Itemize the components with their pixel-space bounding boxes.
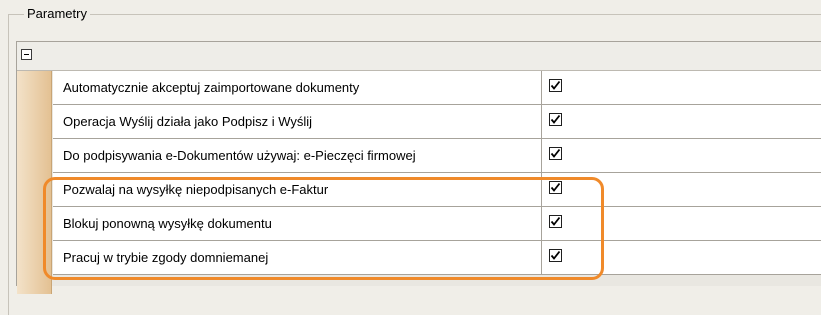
- property-rows: Automatycznie akceptuj zaimportowane dok…: [53, 71, 821, 275]
- checkbox-block-resend[interactable]: [549, 215, 562, 228]
- property-row[interactable]: Operacja Wyślij działa jako Podpisz i Wy…: [53, 105, 821, 139]
- collapse-icon[interactable]: [21, 49, 32, 60]
- property-row[interactable]: Do podpisywania e-Dokumentów używaj: e-P…: [53, 139, 821, 173]
- property-value[interactable]: [542, 207, 821, 240]
- property-row[interactable]: Pozwalaj na wysyłkę niepodpisanych e-Fak…: [53, 173, 821, 207]
- checkmark-icon: [550, 182, 561, 192]
- checkbox-implied-consent[interactable]: [549, 249, 562, 262]
- checkmark-icon: [550, 114, 561, 124]
- property-label: Blokuj ponowną wysyłkę dokumentu: [63, 216, 272, 231]
- property-row[interactable]: Blokuj ponowną wysyłkę dokumentu: [53, 207, 821, 241]
- settings-panel: Parametry Automatycznie akceptuj zaimpor…: [0, 0, 821, 315]
- grid-margin-column: [17, 71, 52, 294]
- group-title: Parametry: [24, 6, 90, 22]
- property-value[interactable]: [542, 173, 821, 206]
- property-row[interactable]: Automatycznie akceptuj zaimportowane dok…: [53, 71, 821, 105]
- property-row[interactable]: Pracuj w trybie zgody domniemanej: [53, 241, 821, 275]
- property-label: Operacja Wyślij działa jako Podpisz i Wy…: [63, 114, 313, 129]
- property-label: Do podpisywania e-Dokumentów używaj: e-P…: [63, 148, 416, 163]
- property-value[interactable]: [542, 71, 821, 104]
- property-label: Pracuj w trybie zgody domniemanej: [63, 250, 269, 265]
- checkbox-allow-unsigned[interactable]: [549, 181, 562, 194]
- property-value[interactable]: [542, 241, 821, 274]
- checkmark-icon: [550, 80, 561, 90]
- checkbox-company-seal[interactable]: [549, 147, 562, 160]
- property-grid: Automatycznie akceptuj zaimportowane dok…: [16, 41, 821, 294]
- checkbox-send-as-sign[interactable]: [549, 113, 562, 126]
- checkbox-auto-accept[interactable]: [549, 79, 562, 92]
- checkmark-icon: [550, 216, 561, 226]
- property-label: Automatycznie akceptuj zaimportowane dok…: [63, 80, 360, 95]
- property-value[interactable]: [542, 105, 821, 138]
- checkmark-icon: [550, 148, 561, 158]
- property-value[interactable]: [542, 139, 821, 172]
- checkmark-icon: [550, 250, 561, 260]
- grid-category-header: [17, 42, 821, 71]
- property-label: Pozwalaj na wysyłkę niepodpisanych e-Fak…: [63, 182, 329, 197]
